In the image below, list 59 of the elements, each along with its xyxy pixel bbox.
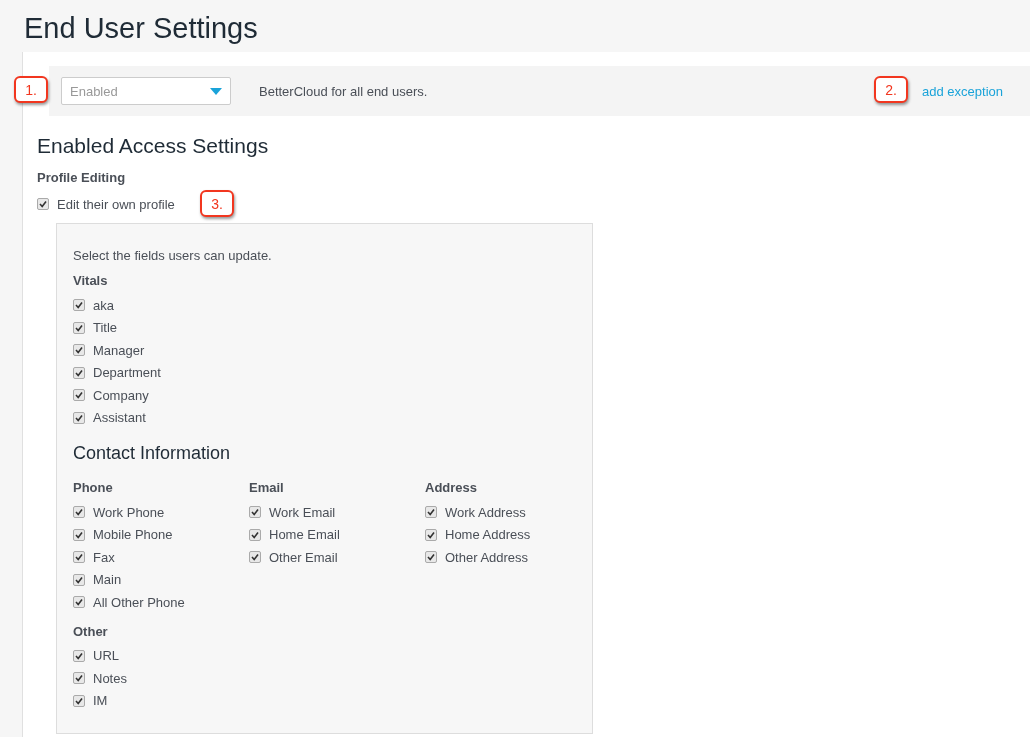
callout-badge: 1. bbox=[14, 76, 48, 103]
checkbox-label: Fax bbox=[93, 549, 115, 565]
checkbox-label: Other Address bbox=[445, 549, 529, 565]
group-label: Vitals bbox=[73, 273, 109, 288]
checkbox-label: Home Email bbox=[269, 527, 340, 543]
checkbox-label: Manager bbox=[93, 342, 145, 358]
checkbox-label: URL bbox=[93, 648, 119, 664]
checkbox[interactable] bbox=[73, 344, 85, 357]
group-label: Email bbox=[249, 480, 285, 495]
checkbox[interactable] bbox=[73, 573, 85, 586]
callout-badge: 2. bbox=[874, 76, 908, 103]
checkbox-label: Edit their own profile bbox=[57, 196, 175, 212]
checkbox[interactable] bbox=[73, 551, 85, 564]
checkbox[interactable] bbox=[73, 672, 85, 685]
checkbox-label: Mobile Phone bbox=[93, 527, 173, 543]
checkbox-label: IM bbox=[93, 693, 108, 709]
checkbox[interactable] bbox=[37, 198, 49, 211]
checkbox[interactable] bbox=[249, 528, 261, 541]
checkbox[interactable] bbox=[73, 694, 85, 707]
checkbox-label: Work Email bbox=[269, 504, 336, 520]
add-exception-link[interactable]: add exception bbox=[922, 83, 1003, 99]
checkbox[interactable] bbox=[249, 551, 261, 564]
checkbox[interactable] bbox=[73, 389, 85, 402]
checkbox-label: All Other Phone bbox=[93, 594, 185, 610]
subsection-label: Profile Editing bbox=[37, 170, 127, 185]
access-select[interactable]: Enabled bbox=[61, 77, 231, 105]
checkbox[interactable] bbox=[73, 649, 85, 662]
checkbox-label: aka bbox=[93, 297, 114, 313]
checkbox-label: Assistant bbox=[93, 410, 146, 426]
checkbox-label: Other Email bbox=[269, 549, 338, 565]
checkbox-label: Home Address bbox=[445, 527, 531, 543]
checkbox-label: Notes bbox=[93, 670, 127, 686]
contact-title: Contact Information bbox=[73, 443, 232, 464]
checkbox[interactable] bbox=[425, 528, 437, 541]
checkbox[interactable] bbox=[73, 411, 85, 424]
group-label: Other bbox=[73, 623, 109, 639]
checkbox[interactable] bbox=[425, 551, 437, 564]
checkbox[interactable] bbox=[73, 321, 85, 334]
callout-badge: 3. bbox=[200, 190, 234, 217]
checkbox-label: Main bbox=[93, 572, 122, 588]
section-title: Enabled Access Settings bbox=[37, 134, 270, 158]
access-description: BetterCloud for all end users. bbox=[259, 83, 428, 99]
checkbox[interactable] bbox=[425, 506, 437, 519]
panel-intro: Select the fields users can update. bbox=[73, 248, 273, 263]
checkbox[interactable] bbox=[73, 528, 85, 541]
checkbox-label: Work Phone bbox=[93, 504, 165, 520]
group-label: Phone bbox=[73, 480, 114, 495]
checkbox-label: Title bbox=[93, 320, 118, 336]
checkbox[interactable] bbox=[73, 366, 85, 379]
checkbox[interactable] bbox=[73, 596, 85, 609]
caret-icon bbox=[210, 87, 222, 95]
page-title: End User Settings bbox=[23, 11, 259, 46]
checkbox[interactable] bbox=[249, 506, 261, 519]
checkbox[interactable] bbox=[73, 299, 85, 312]
checkbox[interactable] bbox=[73, 506, 85, 519]
checkbox-label: Department bbox=[93, 365, 161, 381]
checkbox-label: Work Address bbox=[445, 504, 526, 520]
group-label: Address bbox=[425, 480, 479, 495]
checkbox-label: Company bbox=[93, 387, 149, 403]
